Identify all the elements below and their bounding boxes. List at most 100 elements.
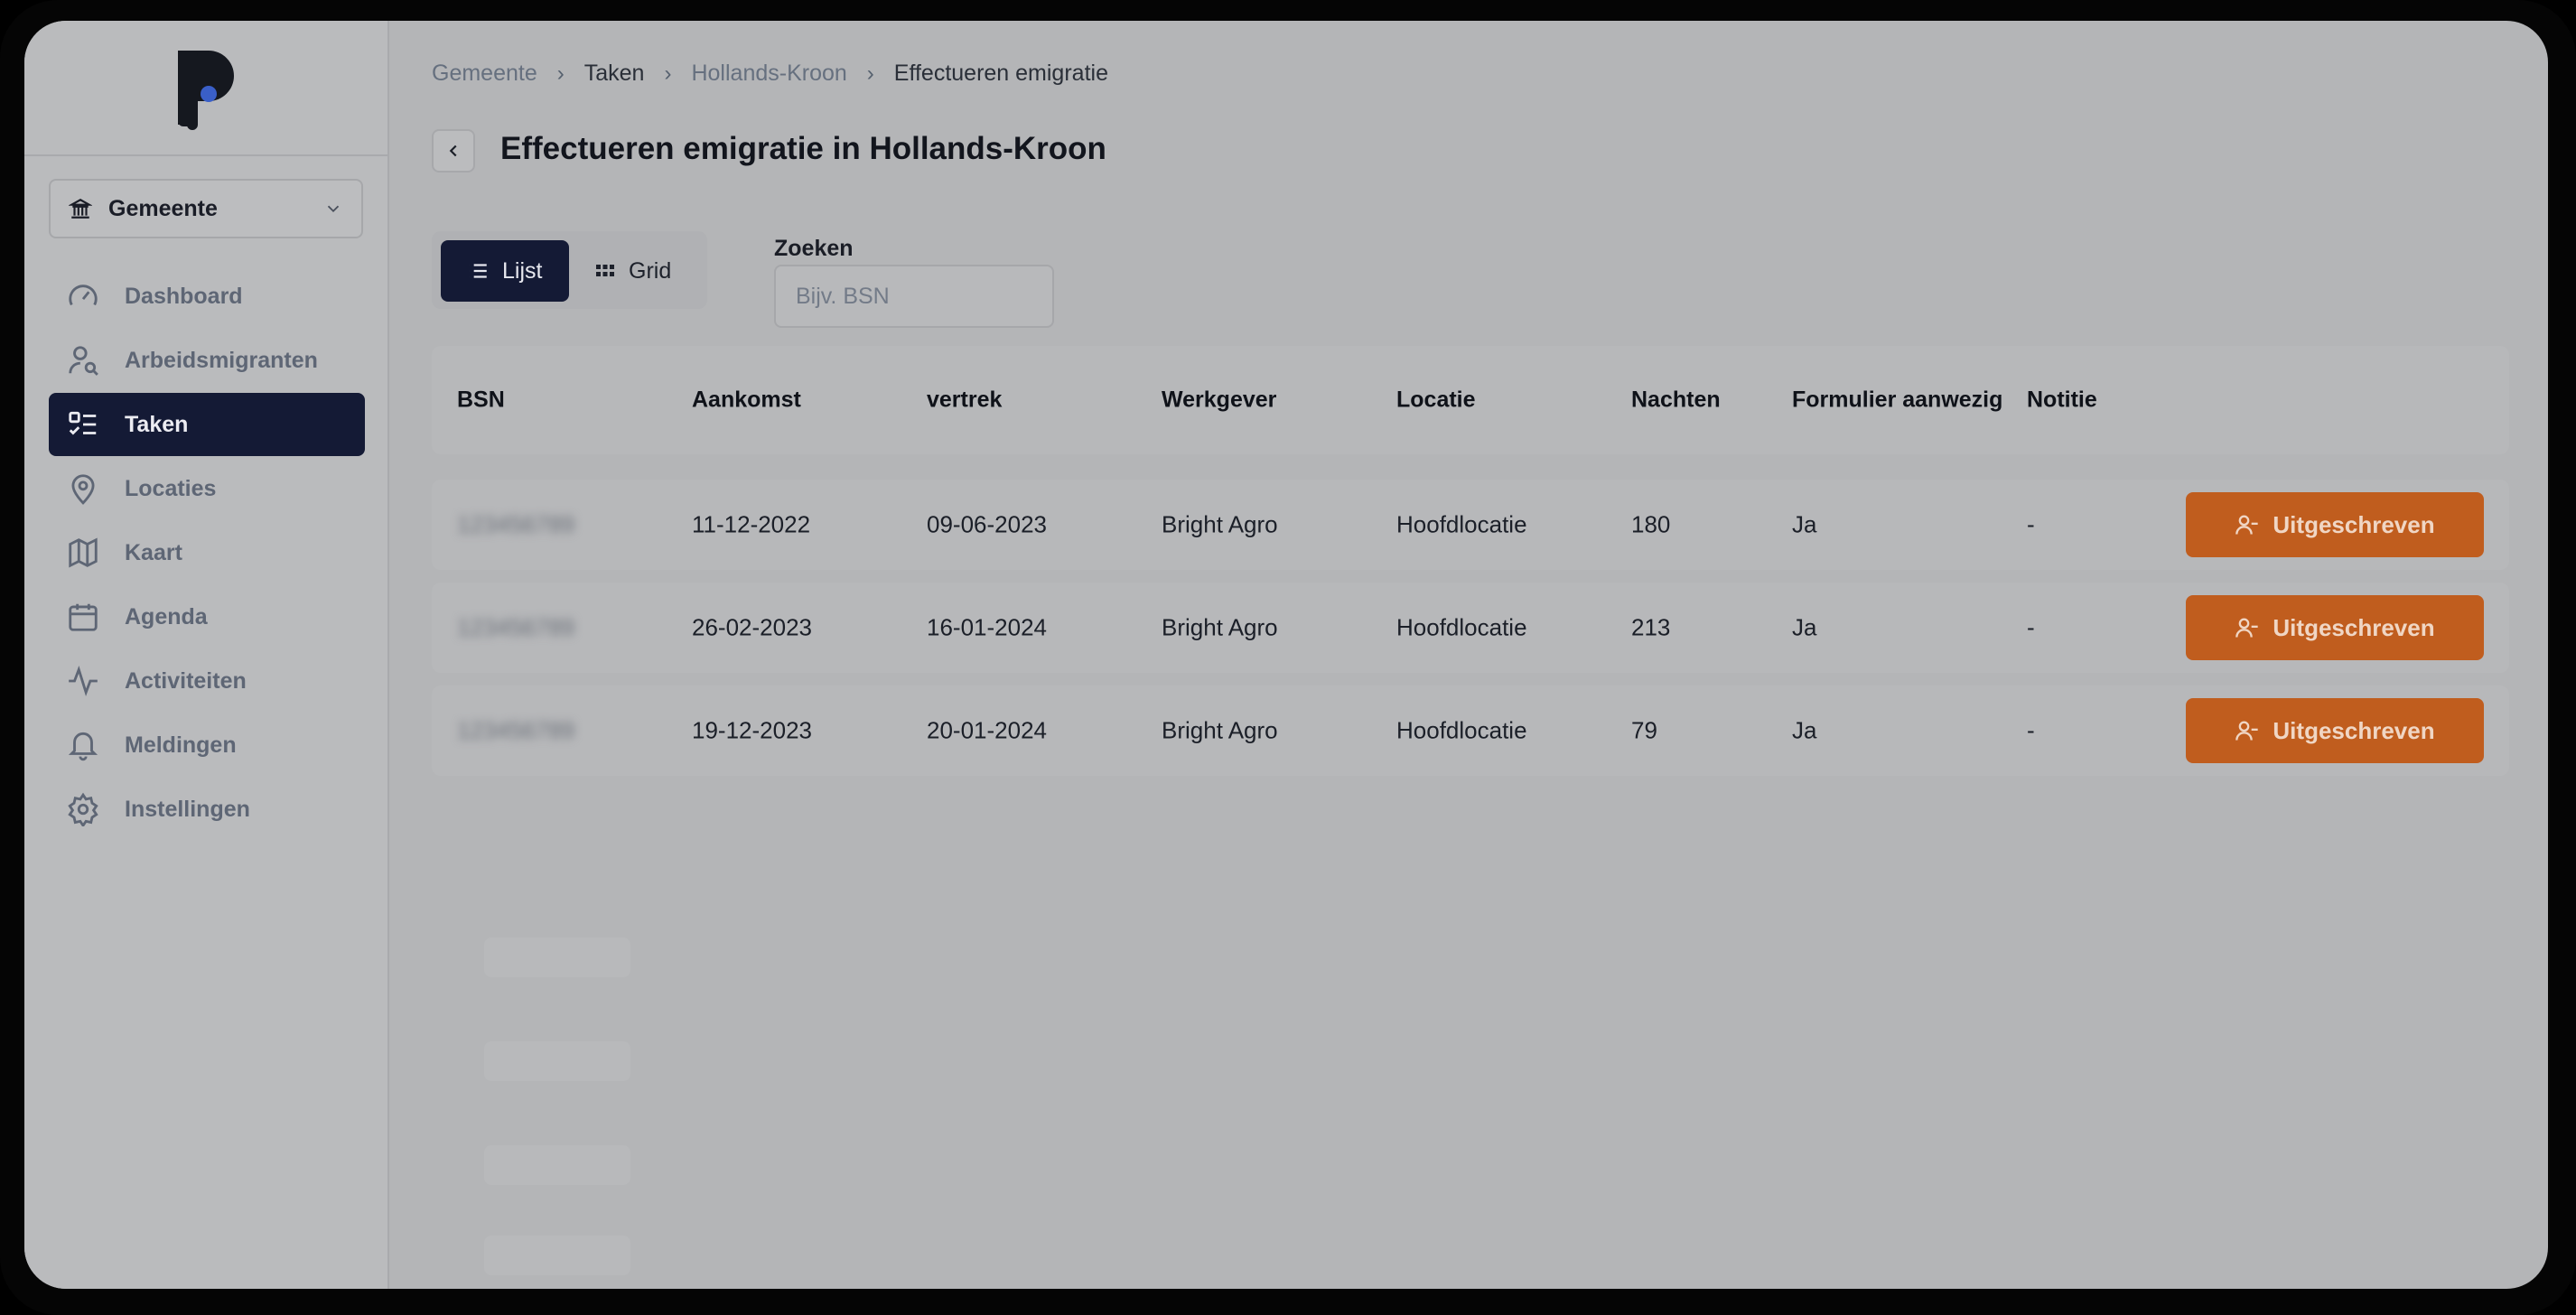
- checklist-icon: [65, 406, 101, 443]
- table-header: BSN Aankomst vertrek Werkgever Locatie N…: [432, 346, 2509, 454]
- list-view-button[interactable]: Lijst: [441, 240, 569, 302]
- sidebar-item-activiteiten[interactable]: Activiteiten: [49, 649, 365, 713]
- uitgeschreven-button[interactable]: Uitgeschreven: [2186, 492, 2484, 557]
- grid-view-label: Grid: [629, 257, 672, 284]
- map-icon: [65, 535, 101, 571]
- breadcrumb: Gemeente › Taken › Hollands-Kroon › Effe…: [432, 61, 1108, 87]
- building-icon: [69, 199, 92, 219]
- column-header-notitie[interactable]: Notitie: [2027, 387, 2097, 414]
- search-label: Zoeken: [774, 236, 854, 261]
- bsn-cell: 123456789: [457, 613, 575, 641]
- notitie-cell: -: [2027, 613, 2035, 641]
- view-toggle: Lijst Grid: [432, 231, 707, 309]
- table-row[interactable]: 123456789 19-12-2023 20-01-2024 Bright A…: [432, 685, 2509, 776]
- breadcrumb-gemeente[interactable]: Gemeente: [432, 61, 537, 87]
- vertrek-cell: 20-01-2024: [927, 716, 1047, 744]
- back-button[interactable]: [432, 129, 475, 173]
- breadcrumb-taken[interactable]: Taken: [584, 61, 645, 87]
- chevron-right-icon: ›: [556, 61, 565, 86]
- loading-placeholder: [484, 937, 630, 977]
- uitgeschreven-label: Uitgeschreven: [2273, 716, 2435, 744]
- sidebar-item-label: Taken: [125, 411, 189, 437]
- main-content: Gemeente › Taken › Hollands-Kroon › Effe…: [389, 21, 2548, 1289]
- sidebar-item-label: Meldingen: [125, 732, 237, 758]
- sidebar: Gemeente Dashboard Arbeidsmigranten Take…: [24, 21, 389, 1289]
- formulier-cell: Ja: [1792, 716, 1817, 744]
- formulier-cell: Ja: [1792, 613, 1817, 641]
- sidebar-item-agenda[interactable]: Agenda: [49, 585, 365, 648]
- column-header-formulier-aanwezig[interactable]: Formulier aanwezig: [1792, 387, 2002, 414]
- loading-placeholder: [484, 1145, 630, 1185]
- column-header-locatie[interactable]: Locatie: [1396, 387, 1476, 414]
- sidebar-item-instellingen[interactable]: Instellingen: [49, 778, 365, 841]
- page-title: Effectueren emigratie in Hollands-Kroon: [500, 131, 1106, 166]
- bsn-cell: 123456789: [457, 510, 575, 538]
- user-minus-icon: [2235, 721, 2259, 741]
- gear-icon: [65, 791, 101, 827]
- notitie-cell: -: [2027, 510, 2035, 538]
- list-icon: [469, 264, 487, 278]
- sidebar-item-taken[interactable]: Taken: [49, 393, 365, 456]
- sidebar-item-label: Activiteiten: [125, 667, 247, 694]
- nachten-cell: 213: [1631, 613, 1671, 641]
- chevron-down-icon: [327, 205, 340, 213]
- table-row[interactable]: 123456789 26-02-2023 16-01-2024 Bright A…: [432, 583, 2509, 673]
- organization-select[interactable]: Gemeente: [49, 179, 363, 238]
- sidebar-item-label: Locaties: [125, 475, 217, 501]
- nachten-cell: 79: [1631, 716, 1657, 744]
- sidebar-item-meldingen[interactable]: Meldingen: [49, 713, 365, 777]
- uitgeschreven-label: Uitgeschreven: [2273, 510, 2435, 538]
- column-header-vertrek[interactable]: vertrek: [927, 387, 1002, 414]
- user-search-icon: [65, 342, 101, 378]
- chevron-right-icon: ›: [664, 61, 672, 86]
- sidebar-nav: Dashboard Arbeidsmigranten Taken Locatie…: [49, 265, 365, 842]
- nachten-cell: 180: [1631, 510, 1671, 538]
- search-input[interactable]: [774, 265, 1054, 328]
- column-header-bsn[interactable]: BSN: [457, 387, 505, 414]
- device-frame: Gemeente Dashboard Arbeidsmigranten Take…: [0, 0, 2576, 1315]
- sidebar-item-arbeidsmigranten[interactable]: Arbeidsmigranten: [49, 329, 365, 392]
- bsn-cell: 123456789: [457, 716, 575, 744]
- user-minus-icon: [2235, 618, 2259, 638]
- sidebar-item-dashboard[interactable]: Dashboard: [49, 265, 365, 328]
- locatie-cell: Hoofdlocatie: [1396, 613, 1527, 641]
- table-row[interactable]: 123456789 11-12-2022 09-06-2023 Bright A…: [432, 480, 2509, 570]
- chevron-right-icon: ›: [866, 61, 874, 86]
- loading-placeholder: [484, 1041, 630, 1081]
- uitgeschreven-button[interactable]: Uitgeschreven: [2186, 698, 2484, 763]
- loading-placeholder: [484, 1236, 630, 1275]
- sidebar-item-label: Instellingen: [125, 796, 250, 822]
- locatie-cell: Hoofdlocatie: [1396, 510, 1527, 538]
- map-pin-icon: [65, 471, 101, 507]
- breadcrumb-hollands-kroon[interactable]: Hollands-Kroon: [691, 61, 846, 87]
- gauge-icon: [65, 278, 101, 314]
- sidebar-item-kaart[interactable]: Kaart: [49, 521, 365, 584]
- grid-view-button[interactable]: Grid: [569, 240, 696, 302]
- werkgever-cell: Bright Agro: [1162, 510, 1278, 538]
- formulier-cell: Ja: [1792, 510, 1817, 538]
- aankomst-cell: 26-02-2023: [692, 613, 812, 641]
- werkgever-cell: Bright Agro: [1162, 716, 1278, 744]
- werkgever-cell: Bright Agro: [1162, 613, 1278, 641]
- column-header-nachten[interactable]: Nachten: [1631, 387, 1721, 414]
- sidebar-item-locaties[interactable]: Locaties: [49, 457, 365, 520]
- uitgeschreven-button[interactable]: Uitgeschreven: [2186, 595, 2484, 660]
- aankomst-cell: 11-12-2022: [692, 510, 811, 538]
- app-screen: Gemeente Dashboard Arbeidsmigranten Take…: [24, 21, 2548, 1289]
- organization-select-label: Gemeente: [108, 195, 218, 221]
- sidebar-item-label: Arbeidsmigranten: [125, 347, 318, 373]
- column-header-aankomst[interactable]: Aankomst: [692, 387, 801, 414]
- calendar-icon: [65, 599, 101, 635]
- sidebar-item-label: Dashboard: [125, 283, 243, 309]
- app-logo[interactable]: [173, 45, 239, 130]
- grid-icon: [596, 265, 614, 276]
- chevron-left-icon: [449, 145, 457, 157]
- column-header-werkgever[interactable]: Werkgever: [1162, 387, 1276, 414]
- activity-icon: [65, 663, 101, 699]
- bell-icon: [65, 727, 101, 763]
- breadcrumb-current: Effectueren emigratie: [893, 61, 1108, 86]
- vertrek-cell: 09-06-2023: [927, 510, 1047, 538]
- sidebar-item-label: Kaart: [125, 539, 182, 565]
- list-view-label: Lijst: [502, 257, 543, 284]
- notitie-cell: -: [2027, 716, 2035, 744]
